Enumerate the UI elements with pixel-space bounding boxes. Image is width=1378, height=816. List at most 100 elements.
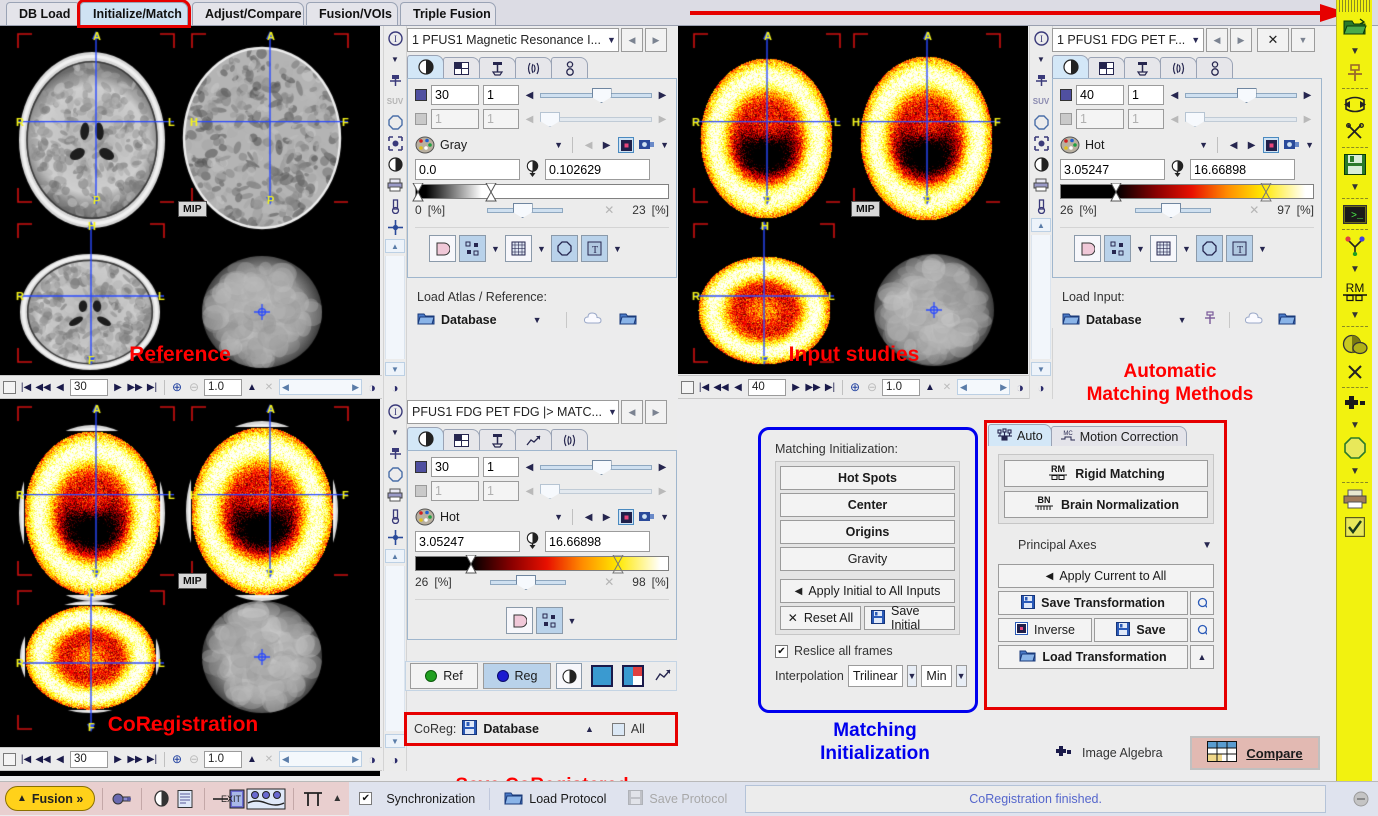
first-slice-icon[interactable]: |◀ [697,379,711,395]
threshold-icon[interactable] [1170,160,1185,180]
slice-inc-icon[interactable]: ▶ [1301,87,1314,103]
input-slice-input[interactable] [748,379,786,396]
chevron-down-icon[interactable]: ▼ [1256,239,1269,259]
apply-current-button[interactable]: ◀ Apply Current to All [998,564,1214,588]
tab-probe[interactable] [1196,57,1233,78]
zoom-up-icon[interactable]: ▲ [923,379,937,395]
folder-open-icon[interactable] [619,311,637,328]
save-transformation-button[interactable]: Save Transformation [998,591,1188,615]
prev-slice-icon[interactable]: ◀ [731,379,745,395]
next-slice-icon[interactable]: ▶ [111,379,125,395]
mask-tool-button[interactable] [1074,235,1101,262]
input-slice-slider[interactable] [1185,86,1297,104]
lut-prev-icon[interactable]: ◀ [1227,137,1240,153]
chevron-down-icon[interactable]: ▼ [1202,540,1212,551]
tab-triple-fusion[interactable]: Triple Fusion [400,2,496,25]
input-image-views[interactable] [678,26,1028,374]
coreg-max-value[interactable] [545,531,650,552]
coreg-scroll-slot[interactable]: ◀ ▶ [279,751,362,767]
print-icon[interactable] [1031,176,1051,194]
pin-icon[interactable] [1031,71,1051,89]
pin-icon[interactable] [1203,311,1217,329]
ref-button[interactable]: Ref [410,663,478,689]
coreg-all-checkbox[interactable] [612,723,625,736]
tab-initialize-match[interactable]: Initialize/Match [80,2,188,25]
origins-button[interactable]: Origins [780,520,955,544]
plugin-icon[interactable] [110,788,134,810]
annotation-tool-button[interactable]: T [1226,235,1253,262]
input-scroll-slot[interactable]: ◀ ▶ [957,379,1010,395]
chevron-down-icon[interactable]: ▼ [1337,260,1373,278]
reslice-all-frames-checkbox[interactable]: ✔ [775,645,788,658]
hot-spots-button[interactable]: Hot Spots [780,466,955,490]
shape-octagon-icon[interactable] [385,113,405,131]
synchronization-checkbox[interactable]: ✔ [359,792,372,805]
tab-probe[interactable] [551,57,588,78]
coreg-series-prev[interactable]: ◀ [621,400,643,424]
zoom-in-icon[interactable]: ⊕ [170,379,184,395]
chevron-down-icon[interactable]: ▼ [1337,42,1373,60]
pin-icon[interactable] [385,444,405,462]
reset-all-button[interactable]: ✕ Reset All [780,606,861,630]
coreg-window-slider[interactable] [478,573,578,591]
thermometer-icon[interactable] [1031,197,1051,215]
reference-series-prev[interactable]: ◀ [621,28,643,52]
last-slice-icon[interactable]: ▶| [145,751,159,767]
reference-max-value[interactable] [545,159,650,180]
save-button[interactable]: Save [1094,618,1188,642]
reference-load-source[interactable]: Database [441,313,497,327]
contrast-icon[interactable] [385,155,405,173]
lut-next-icon[interactable]: ▶ [600,509,613,525]
lut-dropdown-icon[interactable]: ▼ [554,140,563,150]
zoom-in-icon[interactable]: ⊕ [170,751,184,767]
fit-window-icon[interactable] [385,134,405,152]
chevron-down-icon[interactable]: ▼ [660,512,669,522]
view-layout-icon[interactable] [246,788,286,810]
coreg-save-source[interactable]: Database [483,722,539,736]
chevron-down-icon[interactable]: ▼ [535,239,548,259]
statistics-icon[interactable] [301,788,325,810]
chevron-down-icon[interactable]: ▼ [385,423,405,441]
save-disk-icon[interactable] [1337,150,1373,178]
crosshair-icon[interactable] [385,528,405,546]
lut-next-icon[interactable]: ▶ [1245,137,1258,153]
markers-tool-button[interactable] [1104,235,1131,262]
zoom-up-icon[interactable]: ▲ [245,751,259,767]
info-icon[interactable]: I [385,29,405,47]
quad-view-button[interactable] [622,665,644,687]
contour-tool-button[interactable] [551,235,578,262]
first-slice-icon[interactable]: |◀ [19,379,33,395]
first-slice-icon[interactable]: |◀ [19,751,33,767]
scroll-up-icon[interactable]: ▲ [385,239,405,253]
markers-tool-button[interactable] [536,607,563,634]
interpolation-mode[interactable]: Min [921,665,951,687]
chevron-down-icon[interactable]: ▼ [1337,306,1373,324]
reference-series-combo[interactable]: 1 PFUS1 Magnetic Resonance I... ▼ [407,28,619,52]
reference-colorbar[interactable] [415,184,669,199]
coreg-series-next[interactable]: ▶ [645,400,667,424]
contour-tool-button[interactable] [1196,235,1223,262]
image-algebra-rail-icon[interactable] [1337,390,1373,416]
tab-layout[interactable] [443,57,480,78]
prev-slice-icon[interactable]: ◀ [53,379,67,395]
tab-auto[interactable]: Auto [988,424,1052,446]
tab-contrast[interactable] [407,55,444,78]
coreg-frame-field[interactable] [483,457,519,477]
thermometer-icon[interactable] [385,197,405,215]
cloud-icon[interactable] [1244,310,1264,329]
close-icon[interactable] [1337,359,1373,385]
input-window-slider[interactable] [1123,201,1223,219]
folder-open-icon[interactable] [1062,311,1080,328]
open-folder-icon[interactable] [1337,12,1373,42]
coreg-zoom-input[interactable] [204,751,242,768]
prev-page-icon[interactable]: ◀◀ [714,379,728,395]
swap-icon[interactable] [1337,91,1373,119]
chart-view-icon[interactable] [655,668,672,685]
input-slice-field[interactable] [1076,85,1124,105]
reference-window-slider[interactable] [475,201,575,219]
input-series-prev[interactable]: ◀ [1206,28,1228,52]
input-load-source[interactable]: Database [1086,313,1142,327]
load-protocol-label[interactable]: Load Protocol [529,792,606,806]
mask-tool-button[interactable] [429,235,456,262]
threshold-icon[interactable] [525,532,540,552]
